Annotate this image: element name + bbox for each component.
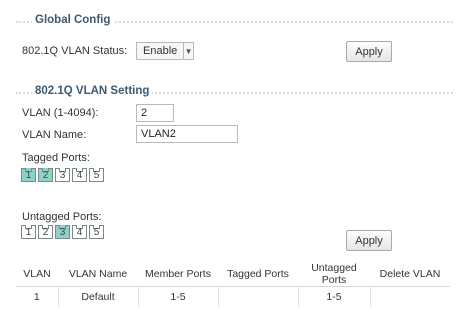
vlan-setting-title: 802.1Q VLAN Setting — [32, 85, 153, 97]
untagged-port-2[interactable]: 2 — [38, 225, 53, 239]
vlan-id-label: VLAN (1-4094): — [22, 107, 99, 119]
port-number: 2 — [42, 170, 49, 181]
cell-tagged-ports — [218, 286, 299, 307]
global-config-title: Global Config — [32, 14, 114, 26]
port-number: 2 — [42, 227, 49, 238]
col-vlan: VLAN — [16, 262, 58, 287]
vlan-status-label: 802.1Q VLAN Status: — [22, 45, 128, 57]
global-apply-button[interactable]: Apply — [346, 41, 392, 62]
tagged-port-3[interactable]: 3 — [55, 168, 70, 182]
vlan-status-select[interactable]: Enable ▼ — [136, 42, 194, 60]
col-member-ports: Member Ports — [138, 262, 218, 287]
tagged-ports-group: 12345 — [21, 168, 104, 182]
port-number: 1 — [25, 227, 32, 238]
cell-untagged-ports: 1-5 — [298, 286, 371, 307]
port-number: 3 — [59, 170, 66, 181]
untagged-port-1[interactable]: 1 — [21, 225, 36, 239]
table-row: 1 Default 1-5 1-5 — [16, 286, 450, 308]
cell-delete-vlan — [370, 287, 450, 308]
vlan-table: VLAN VLAN Name Member Ports Tagged Ports… — [16, 262, 450, 307]
cell-vlan: 1 — [16, 286, 59, 307]
tagged-port-5[interactable]: 5 — [89, 168, 104, 182]
vlan-name-label: VLAN Name: — [22, 129, 87, 141]
table-header-row: VLAN VLAN Name Member Ports Tagged Ports… — [16, 262, 450, 287]
port-number: 5 — [93, 227, 100, 238]
tagged-ports-label: Tagged Ports: — [22, 152, 90, 164]
port-number: 4 — [76, 227, 83, 238]
port-number: 3 — [59, 227, 66, 238]
tagged-port-1[interactable]: 1 — [21, 168, 36, 182]
col-delete-vlan: Delete VLAN — [370, 262, 450, 287]
col-untagged-ports: Untagged Ports — [298, 262, 370, 287]
tagged-port-4[interactable]: 4 — [72, 168, 87, 182]
col-vlan-name: VLAN Name — [58, 262, 138, 287]
untagged-port-5[interactable]: 5 — [89, 225, 104, 239]
untagged-ports-label: Untagged Ports: — [22, 211, 102, 223]
port-number: 5 — [93, 170, 100, 181]
col-tagged-ports: Tagged Ports — [218, 262, 298, 287]
vlan-status-value: Enable — [143, 45, 178, 57]
chevron-down-icon: ▼ — [183, 43, 193, 59]
port-number: 1 — [25, 170, 32, 181]
cell-member-ports: 1-5 — [138, 286, 219, 307]
vlan-name-input[interactable] — [136, 125, 238, 143]
vlan-apply-button[interactable]: Apply — [346, 230, 392, 251]
untagged-ports-group: 12345 — [21, 225, 104, 239]
vlan-id-input[interactable] — [136, 104, 174, 122]
untagged-port-3[interactable]: 3 — [55, 225, 70, 239]
tagged-port-2[interactable]: 2 — [38, 168, 53, 182]
untagged-port-4[interactable]: 4 — [72, 225, 87, 239]
cell-vlan-name: Default — [58, 286, 139, 307]
port-number: 4 — [76, 170, 83, 181]
